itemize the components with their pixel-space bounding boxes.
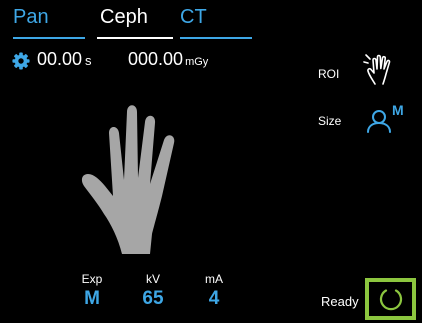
param-exposure-label: Exp [81,272,103,286]
exposure-time-unit: s [85,53,92,68]
person-size-icon [367,110,391,133]
exposure-time-readout: 00.00 s [37,49,92,70]
dose-readout: 000.00 mGy [128,49,208,70]
gear-icon[interactable] [12,52,30,70]
param-kv-value: 65 [142,288,164,309]
ready-ring-icon [379,289,403,311]
tab-ceph-label: Ceph [100,6,148,28]
param-exposure-value: M [84,288,100,309]
tab-pan-label: Pan [13,6,49,28]
tab-ct-underline [180,37,252,39]
exposure-time-value: 00.00 [37,49,83,69]
ceph-screen: Pan Ceph CT 00.00 s 000.00 mGy ROI Size … [0,0,422,323]
size-selector[interactable]: M [366,102,412,136]
size-badge: M [392,102,404,118]
param-kv-label: kV [145,272,160,286]
param-ma[interactable]: mA 4 [192,272,236,310]
dose-value: 000.00 [128,49,184,69]
param-ma-value: 4 [208,288,220,309]
tab-pan-underline [13,37,85,39]
param-exposure[interactable]: Exp M [70,272,114,310]
ready-label: Ready [321,294,359,309]
tab-ceph-underline [97,37,173,39]
param-kv[interactable]: kV 65 [131,272,175,310]
hand-roi-icon[interactable] [362,53,398,87]
tab-ct-label: CT [180,6,207,28]
dose-unit: mGy [185,56,209,68]
size-label: Size [318,114,342,128]
ready-button[interactable] [365,278,416,320]
roi-label: ROI [318,67,340,81]
param-ma-label: mA [205,272,223,286]
hand-icon [81,105,175,254]
